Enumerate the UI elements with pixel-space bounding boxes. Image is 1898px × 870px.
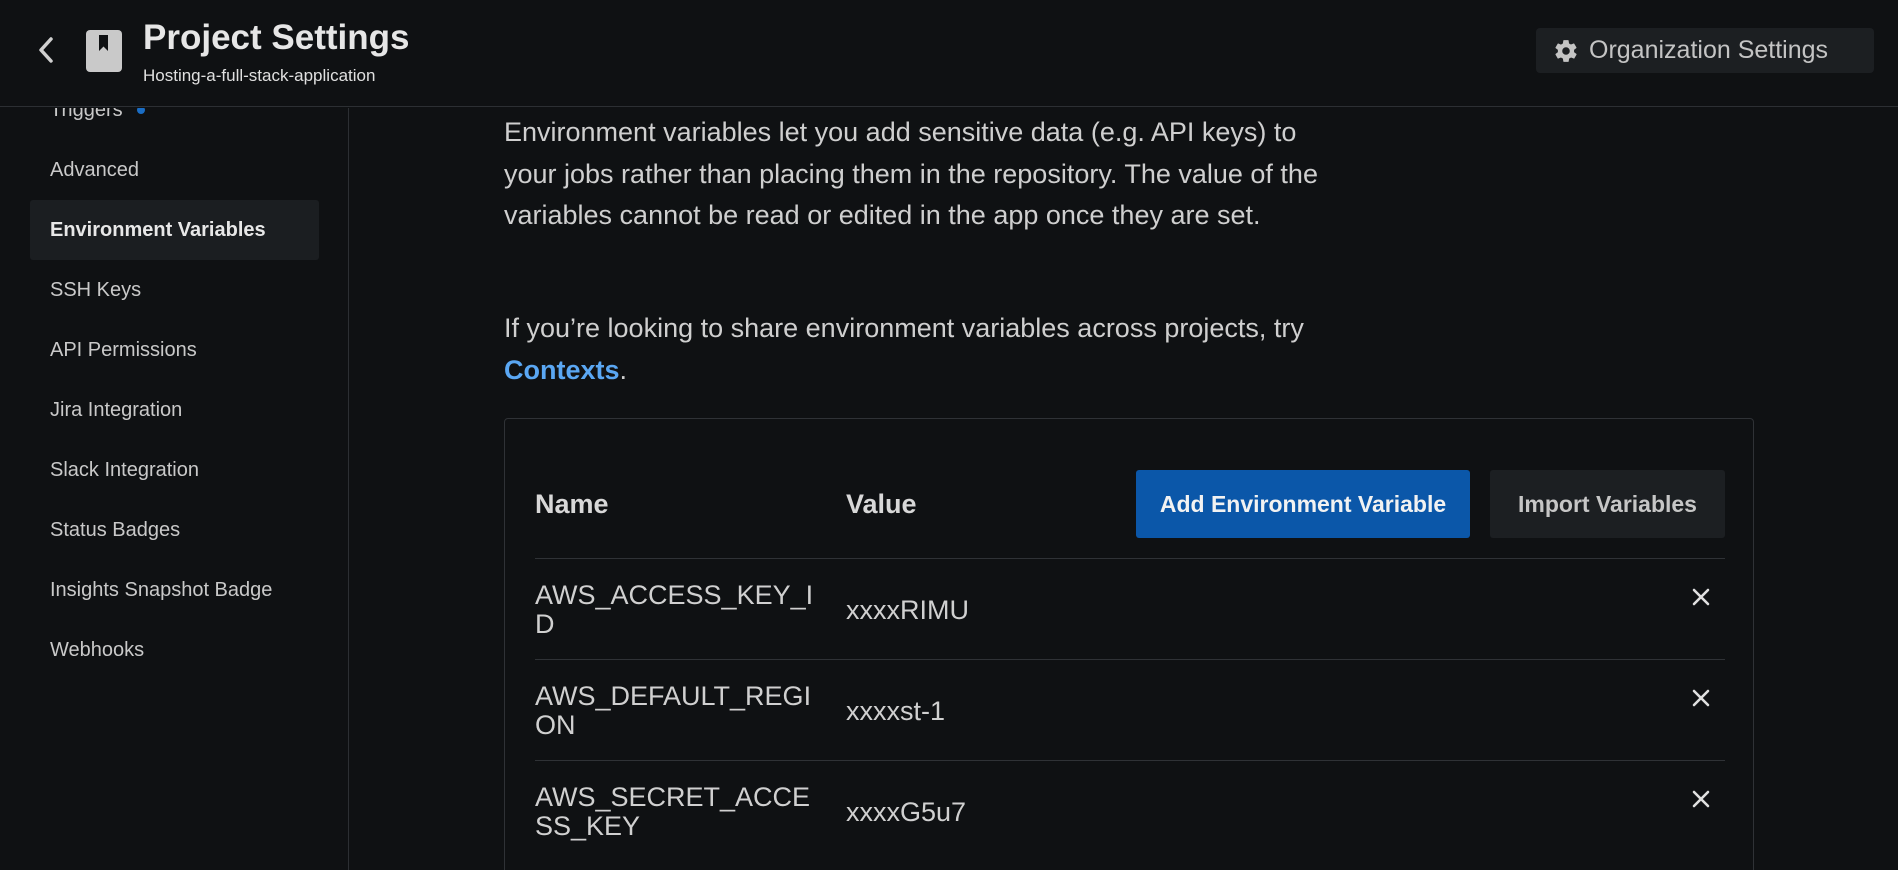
delete-variable-button[interactable] <box>1685 682 1717 714</box>
main-content: Environment variables let you add sensit… <box>350 108 1898 870</box>
contexts-hint: If you’re looking to share environment v… <box>504 308 1319 391</box>
sidebar-item-slack-integration[interactable]: Slack Integration <box>30 440 319 500</box>
table-row: AWS_DEFAULT_REGION xxxxst-1 <box>535 659 1725 760</box>
table-row: AWS_ACCESS_KEY_ID xxxxRIMU <box>535 558 1725 659</box>
variable-value: xxxxRIMU <box>846 595 969 625</box>
organization-settings-button[interactable]: Organization Settings <box>1536 28 1874 73</box>
contexts-link[interactable]: Contexts <box>504 355 620 385</box>
contexts-hint-end: . <box>619 354 628 385</box>
sidebar-item-status-badges[interactable]: Status Badges <box>30 500 319 560</box>
top-bar: Project Settings Hosting-a-full-stack-ap… <box>0 0 1898 107</box>
sidebar-item-environment-variables[interactable]: Environment Variables <box>30 200 319 260</box>
sidebar-item-api-permissions[interactable]: API Permissions <box>30 320 319 380</box>
name-column-header: Name <box>535 489 609 519</box>
add-environment-variable-button[interactable]: Add Environment Variable <box>1136 470 1470 538</box>
env-vars-table: Name Value Add Environment Variable Impo… <box>504 418 1754 870</box>
sidebar-item-ssh-keys[interactable]: SSH Keys <box>30 260 319 320</box>
table-row: AWS_SECRET_ACCESS_KEY xxxxG5u7 <box>535 760 1725 861</box>
variable-value: xxxxG5u7 <box>846 797 967 827</box>
sidebar-item-label: Slack Integration <box>50 458 199 481</box>
organization-settings-label: Organization Settings <box>1589 36 1829 64</box>
variable-name: AWS_ACCESS_KEY_ID <box>535 580 814 639</box>
sidebar-item-label: Jira Integration <box>50 398 183 421</box>
settings-sidebar: Triggers Advanced Environment Variables … <box>0 108 349 870</box>
contexts-hint-text: If you’re looking to share environment v… <box>504 313 1304 343</box>
sidebar-item-label: Webhooks <box>50 638 145 661</box>
close-icon <box>1692 790 1710 808</box>
project-bookmark-icon <box>86 30 122 72</box>
sidebar-item-advanced[interactable]: Advanced <box>30 140 319 200</box>
close-icon <box>1692 689 1710 707</box>
gear-icon <box>1555 39 1577 62</box>
sidebar-item-insights-snapshot-badge[interactable]: Insights Snapshot Badge <box>30 560 319 620</box>
close-icon <box>1692 588 1710 606</box>
chevron-left-icon <box>39 37 53 63</box>
delete-variable-button[interactable] <box>1685 581 1717 613</box>
sidebar-item-label: Environment Variables <box>50 218 266 241</box>
variable-value: xxxxst-1 <box>846 696 946 726</box>
value-column-header: Value <box>846 489 917 519</box>
sidebar-item-webhooks[interactable]: Webhooks <box>30 620 319 680</box>
variable-name: AWS_DEFAULT_REGION <box>535 681 812 740</box>
project-name: Hosting-a-full-stack-application <box>143 66 376 85</box>
import-variables-button[interactable]: Import Variables <box>1490 470 1725 538</box>
back-button[interactable] <box>30 32 62 68</box>
notification-dot-icon <box>136 108 145 114</box>
sidebar-item-label: Insights Snapshot Badge <box>50 578 273 601</box>
page-title: Project Settings <box>143 18 410 57</box>
sidebar-item-label: Advanced <box>50 158 139 181</box>
intro-text: Environment variables let you add sensit… <box>504 117 1318 230</box>
sidebar-item-label: Status Badges <box>50 518 181 541</box>
sidebar-item-label: Triggers <box>50 108 123 121</box>
sidebar-item-jira-integration[interactable]: Jira Integration <box>30 380 319 440</box>
sidebar-item-label: SSH Keys <box>50 278 142 301</box>
sidebar-item-triggers[interactable]: Triggers <box>30 108 319 140</box>
sidebar-item-label: API Permissions <box>50 338 197 361</box>
variable-name: AWS_SECRET_ACCESS_KEY <box>535 782 811 841</box>
delete-variable-button[interactable] <box>1685 783 1717 815</box>
